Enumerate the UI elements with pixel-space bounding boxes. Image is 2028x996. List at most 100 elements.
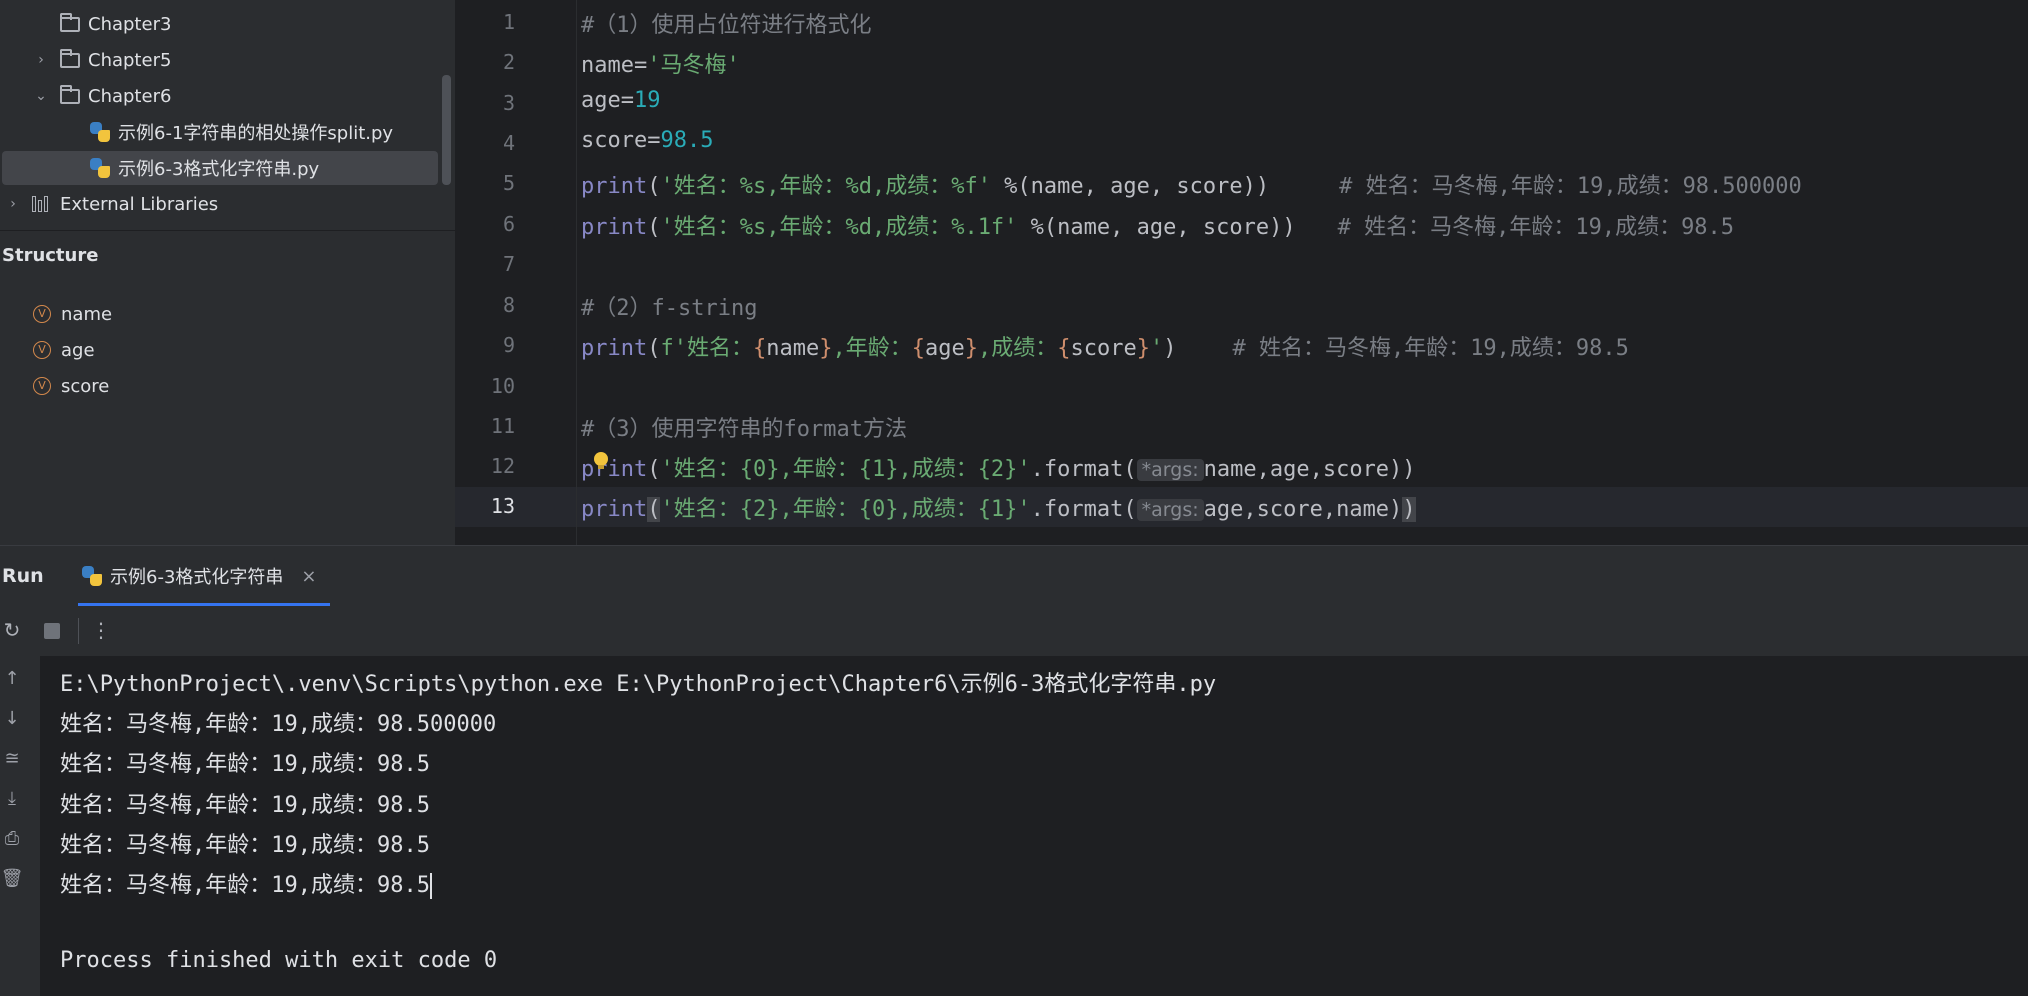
structure-item-age[interactable]: V age xyxy=(33,335,95,365)
line-number[interactable]: 9 xyxy=(455,333,515,357)
chevron-down-icon[interactable]: ⌄ xyxy=(34,89,48,103)
line-number[interactable]: 2 xyxy=(455,50,515,74)
structure-item-label: score xyxy=(61,375,110,397)
code-line-3[interactable]: age=19 xyxy=(581,88,660,113)
run-tab-label: 示例6-3格式化字符串 xyxy=(110,567,284,588)
structure-tool-window: Structure V name V age V score xyxy=(0,230,455,546)
folder-icon xyxy=(60,84,80,104)
code-line-6[interactable]: print('姓名：%s,年龄：%d,成绩：%.1f' %(name, age,… xyxy=(581,209,1734,241)
string-token: ' xyxy=(1149,336,1164,361)
string-token: '姓名：%s,年龄：%d,成绩：%.1f' xyxy=(660,215,1018,240)
code-line-12[interactable]: print('姓名：{0},年龄：{1},成绩：{2}'.format(*arg… xyxy=(581,451,1416,483)
print-icon[interactable]: ⎙ xyxy=(0,828,24,849)
tree-item-label: Chapter6 xyxy=(88,85,172,107)
run-tab[interactable]: 示例6-3格式化字符串 × xyxy=(78,546,330,606)
line-number[interactable]: 6 xyxy=(455,212,515,236)
scroll-down-icon[interactable]: ↓ xyxy=(0,708,24,729)
comment-token: #（1）使用占位符进行格式化 xyxy=(581,13,872,38)
structure-item-name[interactable]: V name xyxy=(33,299,112,329)
comment-token: #（2）f-string xyxy=(581,296,758,321)
project-scrollbar[interactable] xyxy=(442,75,451,185)
tree-item-file-6-3[interactable]: 示例6-3格式化字符串.py xyxy=(2,151,438,185)
line-number[interactable]: 5 xyxy=(455,171,515,195)
close-icon[interactable]: × xyxy=(301,566,316,587)
line-number[interactable]: 10 xyxy=(455,374,515,398)
python-file-icon xyxy=(82,566,102,586)
code-line-4[interactable]: score=98.5 xyxy=(581,128,713,153)
trash-icon[interactable]: 🗑 xyxy=(0,868,24,889)
console-line: 姓名：马冬梅,年龄：19,成绩：98.5 xyxy=(60,752,430,777)
folder-icon xyxy=(60,12,80,32)
code-token: name xyxy=(766,336,820,361)
line-number[interactable]: 8 xyxy=(455,293,515,317)
scroll-up-icon[interactable]: ↑ xyxy=(0,668,24,689)
code-line-5[interactable]: print('姓名：%s,年龄：%d,成绩：%f' %(name, age, s… xyxy=(581,168,1802,200)
string-token: '马冬梅' xyxy=(647,53,740,78)
python-file-icon xyxy=(90,122,110,142)
folder-icon xyxy=(60,48,80,68)
builtin-token: print xyxy=(581,215,648,240)
code-token: ( xyxy=(647,457,661,482)
project-tool-window: Chapter3 › Chapter5 ⌄ Chapter6 示例6-1字符串的… xyxy=(0,0,455,230)
code-token: age,score,name) xyxy=(1203,497,1403,522)
console-side-toolbar: ↑ ↓ ≅ ⤓ ⎙ 🗑 xyxy=(0,656,40,996)
structure-item-score[interactable]: V score xyxy=(33,371,109,401)
builtin-token: print xyxy=(581,174,648,199)
run-tool-window: Run 示例6-3格式化字符串 × ↻ ⋮ ↑ ↓ ≅ ⤓ ⎙ 🗑 E:\Pyt… xyxy=(0,545,2028,996)
line-number[interactable]: 3 xyxy=(455,91,515,115)
code-token: .format( xyxy=(1030,497,1137,522)
string-token: ,成绩： xyxy=(977,336,1058,361)
tree-item-external-libraries[interactable]: › External Libraries xyxy=(0,187,440,221)
rerun-icon[interactable]: ↻ xyxy=(0,618,24,642)
tree-item-chapter3[interactable]: Chapter3 xyxy=(0,7,440,41)
code-line-9[interactable]: print(f'姓名：{name},年龄：{age},成绩：{score}') #… xyxy=(581,330,1629,362)
code-line-11[interactable]: #（3）使用字符串的format方法 xyxy=(581,411,907,443)
line-number[interactable]: 4 xyxy=(455,131,515,155)
code-token: name= xyxy=(581,53,648,78)
code-line-8[interactable]: #（2）f-string xyxy=(581,290,757,322)
text-caret xyxy=(429,873,432,899)
comment-token: # 姓名：马冬梅,年龄：19,成绩：98.500000 xyxy=(1339,174,1802,199)
line-number[interactable]: 7 xyxy=(455,252,515,276)
code-line-1[interactable]: #（1）使用占位符进行格式化 xyxy=(581,7,872,39)
console-line: E:\PythonProject\.venv\Scripts\python.ex… xyxy=(60,672,1217,697)
console-line: 姓名：马冬梅,年龄：19,成绩：98.5 xyxy=(60,833,430,858)
line-number-active[interactable]: 13 xyxy=(455,494,515,518)
parameter-hint: *args: xyxy=(1136,499,1204,521)
code-token: score= xyxy=(581,128,661,153)
run-toolbar: ↻ ⋮ xyxy=(0,606,2028,657)
more-options-icon[interactable]: ⋮ xyxy=(89,618,113,642)
code-token: ) xyxy=(1163,336,1177,361)
console-line: 姓名：马冬梅,年龄：19,成绩：98.5 xyxy=(60,793,430,818)
string-token: ,年龄： xyxy=(832,336,912,361)
chevron-right-icon[interactable]: › xyxy=(34,53,48,67)
console-exit-message: Process finished with exit code 0 xyxy=(60,948,498,973)
code-token: name,age,score)) xyxy=(1203,457,1416,482)
lightbulb-icon[interactable] xyxy=(594,452,608,469)
line-number[interactable]: 12 xyxy=(455,454,515,478)
chevron-right-icon[interactable]: › xyxy=(6,197,20,211)
tree-item-file-6-1[interactable]: 示例6-1字符串的相处操作split.py xyxy=(0,115,440,149)
scroll-to-end-icon[interactable]: ⤓ xyxy=(0,788,24,809)
stop-icon[interactable] xyxy=(44,623,60,639)
code-token: score xyxy=(1070,336,1137,361)
line-number[interactable]: 11 xyxy=(455,414,515,438)
tree-item-label: Chapter5 xyxy=(88,49,172,71)
structure-item-label: age xyxy=(61,339,95,361)
tree-item-label: External Libraries xyxy=(60,193,219,215)
line-number[interactable]: 1 xyxy=(455,10,515,34)
comment-token: #（3）使用字符串的format方法 xyxy=(581,417,907,442)
code-token: age= xyxy=(581,88,634,113)
code-line-2[interactable]: name='马冬梅' xyxy=(581,47,740,79)
tree-item-label: 示例6-3格式化字符串.py xyxy=(118,159,320,180)
fstring-brace-token: } xyxy=(1136,336,1150,361)
code-editor[interactable]: 1 2 3 4 5 6 7 8 9 10 11 12 13 #（1）使用占位符进… xyxy=(455,0,2028,545)
library-icon xyxy=(32,196,52,212)
tree-item-chapter5[interactable]: › Chapter5 xyxy=(0,43,440,77)
tree-item-chapter6[interactable]: ⌄ Chapter6 xyxy=(0,79,440,113)
number-token: 19 xyxy=(633,88,661,113)
variable-icon: V xyxy=(33,341,51,359)
soft-wrap-icon[interactable]: ≅ xyxy=(0,748,24,769)
fstring-brace-token: } xyxy=(819,336,833,361)
code-line-13[interactable]: print('姓名：{2},年龄：{0},成绩：{1}'.format(*arg… xyxy=(581,491,1416,523)
